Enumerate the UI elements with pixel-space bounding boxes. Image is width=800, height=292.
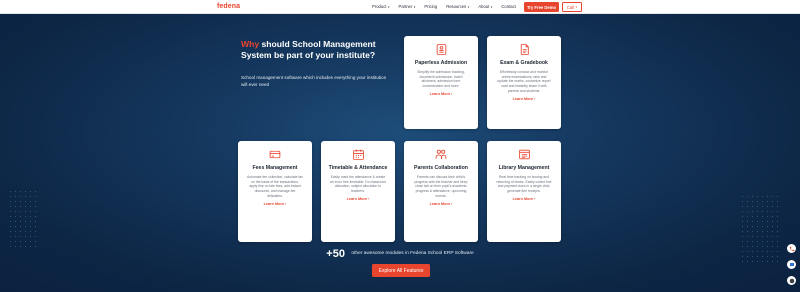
card-description: Parents can discuss their child's progre… [414, 175, 468, 198]
chevron-down-icon: ▾ [387, 4, 390, 9]
nav-contact[interactable]: Contact [501, 4, 515, 9]
chevron-down-icon: ▾ [413, 4, 416, 9]
try-free-demo-button[interactable]: Try Free Demo [524, 2, 559, 12]
learn-more-link[interactable]: Learn More › [347, 197, 370, 201]
card-description: Real time tracking on issuing and return… [496, 175, 552, 194]
card-title: Parents Collaboration [414, 165, 468, 171]
feature-card-fees[interactable]: Fees Management Automate fee collection,… [238, 141, 312, 242]
card-title: Timetable & Attendance [328, 165, 388, 171]
card-title: Library Management [498, 165, 550, 171]
top-navbar: fedena Product ▾ Partner ▾ Pricing Resourc… [0, 0, 800, 14]
admission-form-icon [434, 42, 448, 56]
chevron-down-icon: ▾ [575, 5, 578, 9]
main-nav: Product ▾ Partner ▾ Pricing Resources ▾ Abo… [372, 4, 525, 9]
feature-card-library[interactable]: Library Management Real time tracking on… [487, 141, 561, 242]
nav-label: Contact [501, 4, 516, 9]
call-label: Call [566, 4, 575, 10]
modules-text: other awesome modules in Fedena School E… [351, 251, 474, 257]
feature-card-timetable[interactable]: Timetable & Attendance Easily mark the a… [321, 141, 395, 242]
more-modules-text: +50 other awesome modules in Fedena Scho… [0, 245, 800, 263]
explore-all-features-button[interactable]: Explore All Features [372, 264, 430, 277]
fees-card-icon [268, 147, 282, 161]
call-button[interactable]: Call ▾ [562, 2, 582, 12]
card-description: Easily mark the attendance & create an e… [330, 175, 386, 194]
page-title: Why should School Management System be p… [241, 39, 401, 61]
title-accent: Why [241, 39, 260, 49]
hero-subtext: School management software which include… [241, 75, 387, 87]
chat-icon[interactable] [787, 260, 796, 269]
nav-label: About [478, 4, 490, 9]
nav-label: Pricing [424, 4, 438, 9]
nav-about[interactable]: About ▾ [478, 4, 492, 9]
parents-icon [434, 147, 448, 161]
chevron-down-icon: ▾ [490, 4, 493, 9]
library-icon [517, 147, 531, 161]
calendar-icon [351, 147, 365, 161]
card-title: Paperless Admission [414, 60, 468, 66]
feature-card-admission[interactable]: Paperless Admission Simplify the admissi… [404, 36, 478, 129]
learn-more-link[interactable]: Learn More › [430, 202, 453, 206]
feature-card-parents[interactable]: Parents Collaboration Parents can discus… [404, 141, 478, 242]
card-title: Exam & Gradebook [500, 60, 548, 66]
card-description: Simplify the admission tracking, documen… [417, 70, 465, 89]
nav-resources[interactable]: Resources ▾ [446, 4, 469, 9]
modules-count: +50 [326, 247, 345, 260]
learn-more-link[interactable]: Learn More › [513, 97, 536, 101]
nav-partner[interactable]: Partner ▾ [399, 4, 416, 9]
hero-section: Why should School Management System be p… [0, 14, 800, 292]
card-description: Automate fee collection, calculate tax o… [247, 175, 303, 198]
nav-label: Product [372, 4, 387, 9]
decorative-dots [8, 189, 38, 249]
nav-label: Partner [398, 4, 413, 9]
nav-product[interactable]: Product ▾ [372, 4, 390, 9]
card-description: Effortlessly conduct and monitor online … [497, 70, 551, 93]
learn-more-link[interactable]: Learn More › [513, 197, 536, 201]
chevron-down-icon: ▾ [467, 4, 470, 9]
phone-icon[interactable] [787, 244, 796, 253]
feature-card-exam[interactable]: Exam & Gradebook Effortlessly conduct an… [487, 36, 561, 129]
card-title: Fees Management [252, 165, 298, 171]
learn-more-link[interactable]: Learn More › [264, 202, 287, 206]
learn-more-link[interactable]: Learn More › [430, 92, 453, 96]
title-text: should School Management System be part … [241, 39, 376, 60]
whatsapp-icon[interactable] [787, 276, 796, 285]
logo[interactable]: fedena [217, 3, 240, 10]
nav-label: Resources [446, 4, 467, 9]
gradebook-icon [517, 42, 531, 56]
nav-pricing[interactable]: Pricing [424, 4, 437, 9]
